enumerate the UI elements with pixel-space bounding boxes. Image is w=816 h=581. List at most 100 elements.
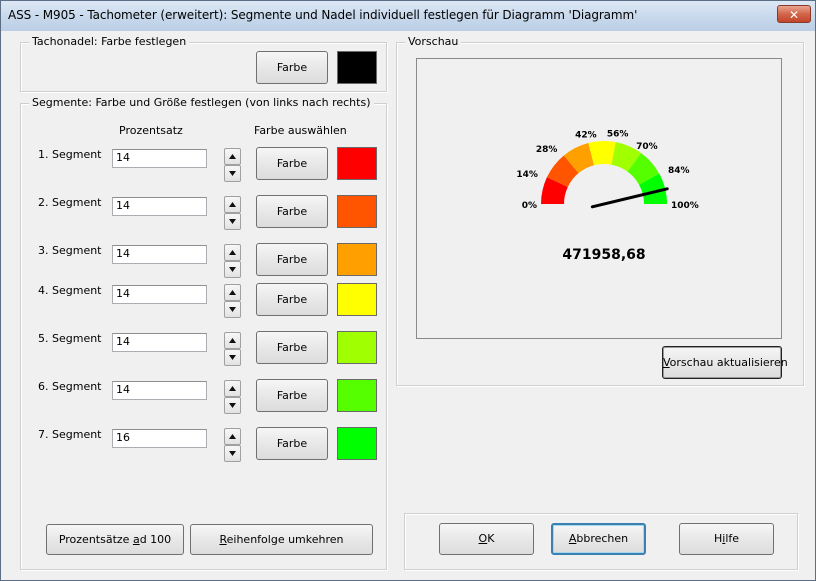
ok-accel: O [478,532,488,545]
needle-color-group: Tachonadel: Farbe festlegen Farbe [20,35,387,92]
arrow-up-icon [229,386,236,391]
preview-chart-area: 0% 14% 28% 42% 56% 70% 84% 100% 471958,68 [416,58,782,339]
help-button[interactable]: Hilfe [679,523,774,555]
segment-7-color-swatch [337,427,377,460]
footer-buttons-group: OK Abbrechen Hilfe [404,513,798,570]
needle-group-label: Tachonadel: Farbe festlegen [29,35,190,48]
reverse-order-button[interactable]: Reihenfolge umkehren [190,524,373,555]
segment-2-color-button-label: Farbe [276,205,308,218]
segment-2-spin-down[interactable] [224,213,241,230]
arrow-up-icon [229,250,236,255]
segment-1-percent-input[interactable]: 14 [112,149,207,168]
gauge-tick-label: 100% [671,201,699,211]
segment-2-spin-up[interactable] [224,196,241,213]
arrow-up-icon [229,154,236,159]
segment-1-spin-down[interactable] [224,165,241,182]
segment-3-color-button-label: Farbe [276,253,308,266]
segment-4-spin-up[interactable] [224,284,241,301]
segment-5-color-button-label: Farbe [276,341,308,354]
segment-4-percent-input[interactable]: 14 [112,285,207,304]
arrow-up-icon [229,202,236,207]
help-label-pre: H [713,532,723,545]
segment-4-spin-down[interactable] [224,301,241,318]
segment-5-label: 5. Segment [38,332,102,345]
arrow-down-icon [229,355,236,360]
segment-1-color-swatch [337,147,377,180]
segment-2-color-button[interactable]: Farbe [256,195,328,228]
segment-3-label: 3. Segment [38,244,102,257]
segment-6-spin-up[interactable] [224,380,241,397]
help-label-post: lfe [725,532,740,545]
segment-6-color-button[interactable]: Farbe [256,379,328,412]
segment-2-label: 2. Segment [38,196,102,209]
gauge-tick-label: 84% [668,166,690,176]
gauge-chart: 0% 14% 28% 42% 56% 70% 84% 100% 471958,68 [516,129,699,263]
ok-label: K [487,532,495,545]
segment-4-color-button-label: Farbe [276,293,308,306]
segment-5-color-button[interactable]: Farbe [256,331,328,364]
gauge-tick-label: 14% [516,170,538,180]
needle-color-button[interactable]: Farbe [256,51,328,84]
arrow-down-icon [229,267,236,272]
needle-color-swatch [337,51,377,84]
arrow-up-icon [229,434,236,439]
arrow-down-icon [229,219,236,224]
update-preview-label: orschau aktualisieren [669,356,788,369]
cancel-label: bbrechen [576,532,629,545]
percent-to-100-button[interactable]: Prozentsätze ad 100 [46,524,184,555]
segments-group: Segmente: Farbe und Größe festlegen (von… [20,96,387,570]
segment-5-spin-down[interactable] [224,349,241,366]
segment-3-percent-input[interactable]: 14 [112,245,207,264]
close-button[interactable]: ✕ [777,5,811,23]
preview-group-label: Vorschau [405,35,462,48]
segment-5-percent-input[interactable]: 14 [112,333,207,352]
segment-3-spin-down[interactable] [224,261,241,278]
segment-6-color-button-label: Farbe [276,389,308,402]
arrow-down-icon [229,451,236,456]
segment-1-spin-up[interactable] [224,148,241,165]
ok-button[interactable]: OK [439,523,534,555]
dialog-window: ASS - M905 - Tachometer (erweitert): Seg… [0,0,816,581]
segments-group-label: Segmente: Farbe und Größe festlegen (von… [29,96,374,109]
segment-1-color-button-label: Farbe [276,157,308,170]
cancel-button[interactable]: Abbrechen [551,523,646,555]
window-title: ASS - M905 - Tachometer (erweitert): Seg… [8,8,638,22]
title-bar[interactable]: ASS - M905 - Tachometer (erweitert): Seg… [1,1,815,31]
segment-3-color-swatch [337,243,377,276]
segment-6-percent-input[interactable]: 14 [112,381,207,400]
segment-7-spin-down[interactable] [224,445,241,462]
segment-7-color-button-label: Farbe [276,437,308,450]
arrow-down-icon [229,307,236,312]
segment-7-percent-input[interactable]: 16 [112,429,207,448]
gauge-tick-label: 56% [607,129,629,139]
update-preview-button[interactable]: Vorschau aktualisieren [662,346,788,379]
segment-2-color-swatch [337,195,377,228]
color-column-header: Farbe auswählen [254,124,347,137]
arrow-up-icon [229,338,236,343]
segment-7-label: 7. Segment [38,428,102,441]
segment-4-color-swatch [337,283,377,316]
segment-4-color-button[interactable]: Farbe [256,283,328,316]
preview-group: Vorschau 0% 14% 28% 42% 56% 70% 84% 100% 471958… [396,35,804,386]
needle-color-button-label: Farbe [276,61,308,74]
segment-3-spin-up[interactable] [224,244,241,261]
segment-7-spin-up[interactable] [224,428,241,445]
gauge-tick-label: 0% [522,201,537,211]
segment-6-label: 6. Segment [38,380,102,393]
percent-to-100-label-pre: Prozentsätze [58,533,133,546]
percent-to-100-label-post: d 100 [139,533,172,546]
segment-1-label: 1. Segment [38,148,102,161]
reverse-order-accel: R [219,533,227,546]
segment-3-color-button[interactable]: Farbe [256,243,328,276]
gauge-tick-label: 70% [636,142,658,152]
gauge-tick-label: 28% [536,145,558,155]
gauge-tick-label: 42% [575,130,597,140]
reverse-order-label: eihenfolge umkehren [226,533,344,546]
segment-2-percent-input[interactable]: 14 [112,197,207,216]
segment-5-color-swatch [337,331,377,364]
segment-5-spin-up[interactable] [224,332,241,349]
segment-7-color-button[interactable]: Farbe [256,427,328,460]
arrow-down-icon [229,171,236,176]
segment-1-color-button[interactable]: Farbe [256,147,328,180]
segment-6-spin-down[interactable] [224,397,241,414]
